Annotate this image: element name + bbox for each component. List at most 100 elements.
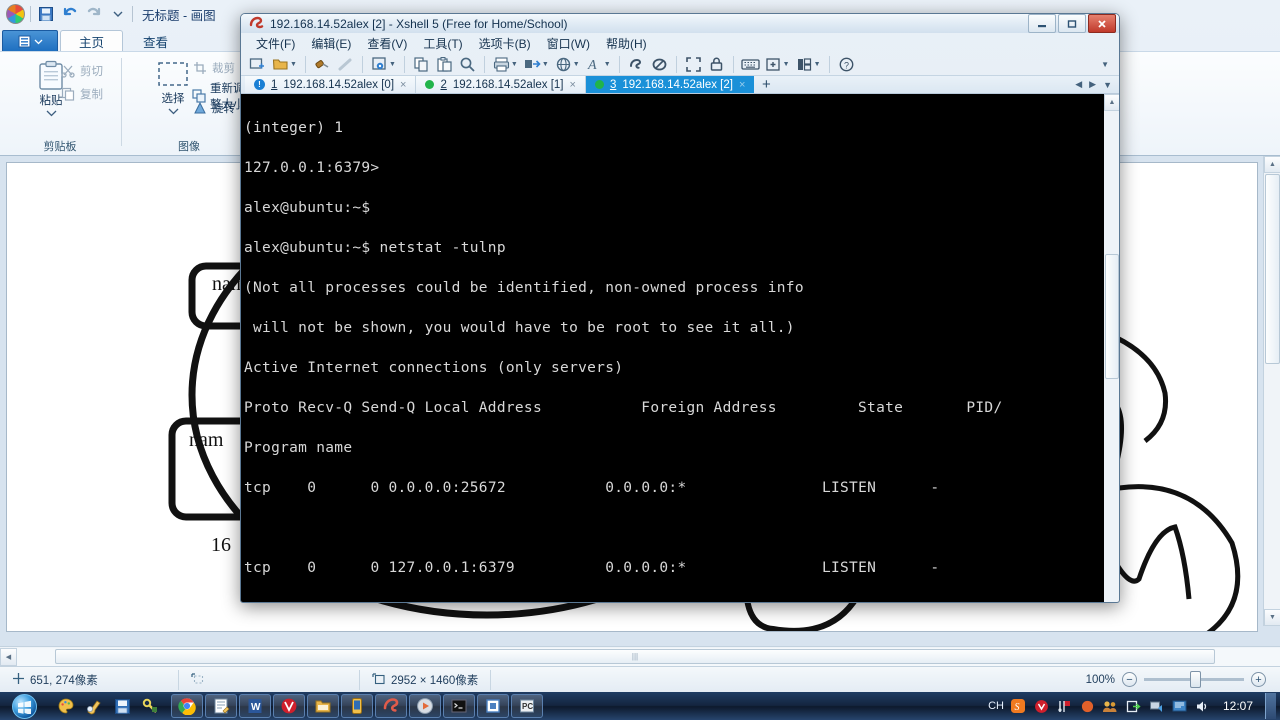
scroll-left-arrow[interactable]: ◀ xyxy=(0,647,17,666)
scroll-up-arrow[interactable]: ▲ xyxy=(1264,156,1280,173)
volume-icon[interactable] xyxy=(1194,698,1211,715)
help-icon[interactable]: ? xyxy=(836,54,857,75)
terminal-scrollbar[interactable]: ▲ ▼ xyxy=(1103,94,1119,602)
xshell-toolbar[interactable]: ▼ ▼ ▼ ▼ ▼ A ▼ ▼ ▼ ? ▼ xyxy=(241,54,1119,76)
paint-brush-icon[interactable] xyxy=(81,694,107,718)
ime-indicator[interactable]: CH xyxy=(988,700,1004,712)
network-icon[interactable] xyxy=(1148,698,1165,715)
paint-horizontal-scrollbar[interactable]: ◀ ||| xyxy=(0,646,1280,666)
menu-tools[interactable]: 工具(T) xyxy=(416,33,469,54)
fullscreen-icon[interactable] xyxy=(683,54,704,75)
task-vegas[interactable] xyxy=(273,694,305,718)
menu-window[interactable]: 窗口(W) xyxy=(540,33,597,54)
task-media[interactable] xyxy=(409,694,441,718)
xshell-window[interactable]: 192.168.14.52alex [2] - Xshell 5 (Free f… xyxy=(240,13,1120,603)
scroll-up-arrow[interactable]: ▲ xyxy=(1104,94,1119,111)
menu-help[interactable]: 帮助(H) xyxy=(599,33,654,54)
toolbar-overflow-icon[interactable]: ▼ xyxy=(1101,60,1113,69)
menu-view[interactable]: 查看(V) xyxy=(360,33,414,54)
task-chrome[interactable] xyxy=(171,694,203,718)
window-controls[interactable] xyxy=(1028,14,1116,33)
tab-navigation[interactable]: ◀ ▶ ▼ xyxy=(1068,76,1119,93)
terminal-wrapper[interactable]: (integer) 1 127.0.0.1:6379> alex@ubuntu:… xyxy=(241,94,1119,602)
minimize-button[interactable] xyxy=(1028,14,1056,33)
system-tray[interactable]: CH S 12:07 xyxy=(988,693,1280,719)
task-folder[interactable] xyxy=(307,694,339,718)
users-icon[interactable] xyxy=(1102,698,1119,715)
tools-icon[interactable] xyxy=(1056,698,1073,715)
close-tab-icon[interactable]: × xyxy=(570,79,576,91)
open-session-icon[interactable] xyxy=(270,54,291,75)
chevron-down-icon[interactable]: ▼ xyxy=(814,61,821,68)
new-tab-button[interactable]: + xyxy=(754,76,778,93)
start-button[interactable] xyxy=(1,693,47,719)
monitor-icon[interactable] xyxy=(1171,698,1188,715)
close-tab-icon[interactable]: × xyxy=(400,79,406,91)
xshell-titlebar[interactable]: 192.168.14.52alex [2] - Xshell 5 (Free f… xyxy=(241,14,1119,33)
menu-edit[interactable]: 编辑(E) xyxy=(304,33,358,54)
show-desktop-button[interactable] xyxy=(1265,693,1276,719)
zoom-in-button[interactable]: + xyxy=(1251,672,1266,687)
scroll-down-arrow[interactable]: ▼ xyxy=(1264,609,1280,626)
crop-button[interactable]: 裁剪 xyxy=(192,60,235,76)
quick-launch-bar[interactable] xyxy=(53,694,163,718)
task-word[interactable]: W xyxy=(239,694,271,718)
scroll-track[interactable]: ||| xyxy=(17,647,1280,666)
tab-view[interactable]: 查看 xyxy=(125,30,186,52)
menu-file[interactable]: 文件(F) xyxy=(249,33,302,54)
save-floppy-icon[interactable] xyxy=(109,694,135,718)
task-phone[interactable] xyxy=(341,694,373,718)
keyboard-icon[interactable] xyxy=(740,54,761,75)
globe-icon[interactable] xyxy=(553,54,574,75)
close-button[interactable] xyxy=(1088,14,1116,33)
session-tab-1[interactable]: ! 1 192.168.14.52alex [0] × xyxy=(245,76,417,93)
menu-tabs[interactable]: 选项卡(B) xyxy=(472,33,538,54)
xagent-icon[interactable] xyxy=(649,54,670,75)
connect-icon[interactable] xyxy=(312,54,333,75)
record-icon[interactable] xyxy=(1079,698,1096,715)
clock[interactable]: 12:07 xyxy=(1217,699,1259,713)
key-tool-icon[interactable] xyxy=(137,694,163,718)
find-icon[interactable] xyxy=(457,54,478,75)
tab-scroll-right-icon[interactable]: ▶ xyxy=(1089,79,1096,90)
save-icon[interactable] xyxy=(36,5,55,24)
copy-icon[interactable] xyxy=(411,54,432,75)
zoom-slider[interactable] xyxy=(1144,671,1244,688)
restore-button[interactable] xyxy=(1058,14,1086,33)
lock-icon[interactable] xyxy=(706,54,727,75)
disconnect-icon[interactable] xyxy=(335,54,356,75)
tab-home[interactable]: 主页 xyxy=(60,30,124,52)
print-icon[interactable] xyxy=(491,54,512,75)
close-tab-icon[interactable]: × xyxy=(739,79,745,91)
tab-scroll-left-icon[interactable]: ◀ xyxy=(1075,79,1082,90)
share-icon[interactable] xyxy=(1125,698,1142,715)
task-pc[interactable]: PC xyxy=(511,694,543,718)
taskbar-tasks[interactable]: W PC xyxy=(171,694,543,718)
chevron-down-icon[interactable]: ▼ xyxy=(290,61,297,68)
session-tab-2[interactable]: 2 192.168.14.52alex [1] × xyxy=(416,76,586,93)
chevron-down-icon[interactable]: ▼ xyxy=(783,61,790,68)
redo-icon[interactable] xyxy=(84,5,103,24)
tab-list-icon[interactable]: ▼ xyxy=(1103,80,1112,90)
sogou-icon[interactable]: S xyxy=(1010,698,1027,715)
ssh-key-icon[interactable] xyxy=(626,54,647,75)
zoom-slider-handle[interactable] xyxy=(1190,671,1201,688)
cut-button[interactable]: 剪切 xyxy=(60,63,103,79)
scroll-thumb[interactable]: ||| xyxy=(55,648,1215,664)
paint-palette-icon[interactable] xyxy=(53,694,79,718)
chevron-down-icon[interactable]: ▼ xyxy=(573,61,580,68)
customize-qat-icon[interactable] xyxy=(108,5,127,24)
session-tab-3[interactable]: 3 192.168.14.52alex [2] × xyxy=(585,76,755,93)
chevron-down-icon[interactable]: ▼ xyxy=(542,61,549,68)
chevron-down-icon[interactable]: ▼ xyxy=(389,61,396,68)
paste-icon[interactable] xyxy=(434,54,455,75)
file-transfer-icon[interactable] xyxy=(522,54,543,75)
add-pane-icon[interactable] xyxy=(763,54,784,75)
copy-button[interactable]: 复制 xyxy=(60,86,103,102)
chevron-down-icon[interactable]: ▼ xyxy=(511,61,518,68)
chevron-down-icon[interactable]: ▼ xyxy=(604,61,611,68)
task-xshell[interactable] xyxy=(375,694,407,718)
task-notepad[interactable] xyxy=(205,694,237,718)
zoom-control[interactable]: 100% − + xyxy=(1086,671,1280,688)
task-cmd[interactable] xyxy=(443,694,475,718)
